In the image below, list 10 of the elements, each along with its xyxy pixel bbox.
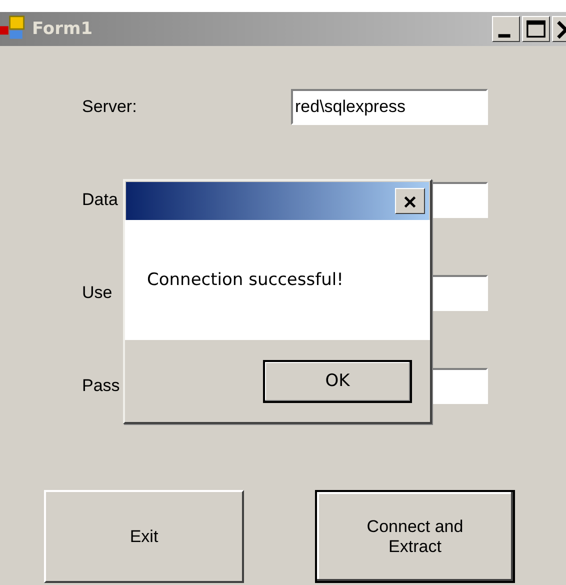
field-label: Data [81, 190, 119, 210]
field-label: Use [81, 283, 114, 303]
window-title: Form1 [32, 19, 94, 39]
ok-button[interactable]: OK [263, 360, 412, 402]
field-label: Pass [81, 376, 121, 396]
field-label: Server: [81, 97, 138, 117]
connect-button[interactable]: Connect and Extract [315, 490, 515, 583]
exit-button[interactable]: Exit [44, 490, 244, 583]
message-text: Connection successful! [147, 270, 344, 290]
input-field[interactable]: red\sqlexpress [291, 89, 488, 125]
